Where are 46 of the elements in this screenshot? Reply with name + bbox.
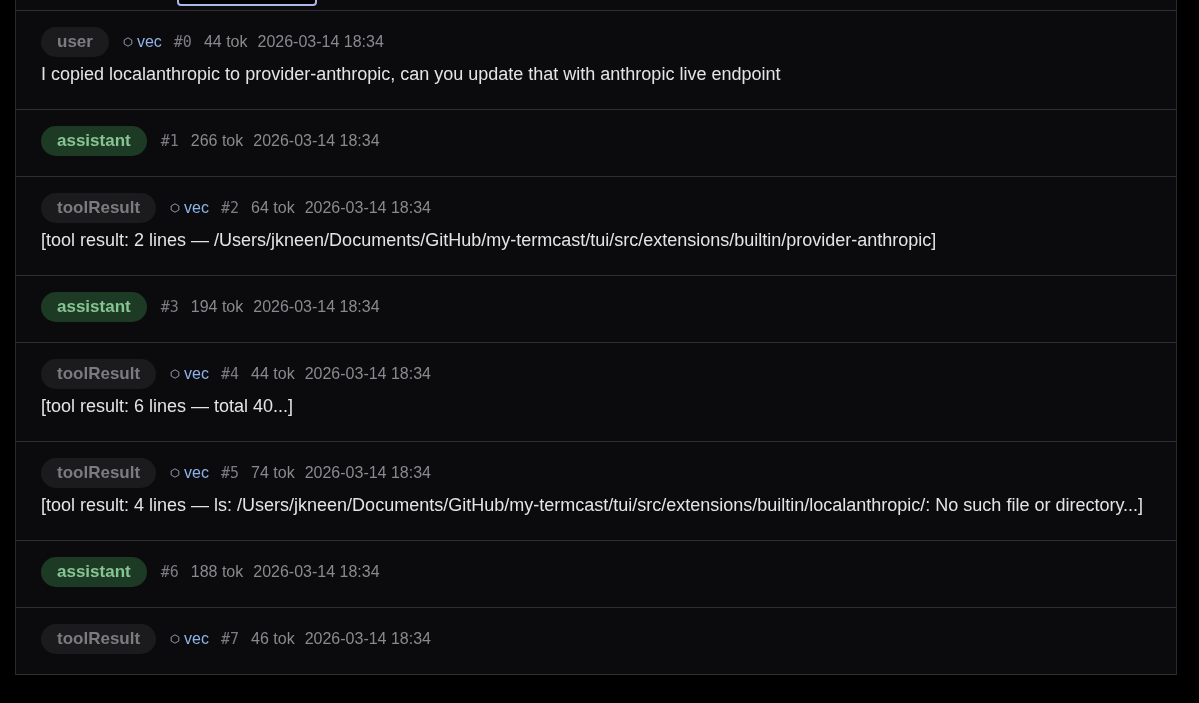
- timestamp: 2026-03-14 18:34: [257, 33, 384, 51]
- message-text: [tool result: 4 lines — ls: /Users/jkneen/Documents/GitHub/my-termcast/tui/src/extensions/builtin/localanthropic/: No such file or directory...]: [41, 494, 1145, 517]
- token-count: 44 tok: [203, 33, 248, 51]
- timestamp: 2026-03-14 18:34: [304, 365, 431, 383]
- message-index: #5: [221, 464, 240, 482]
- timestamp: 2026-03-14 18:34: [304, 630, 431, 648]
- message-index: #1: [160, 132, 179, 150]
- token-count: 74 tok: [251, 464, 295, 482]
- hexagon-icon: [170, 369, 181, 379]
- timestamp: 2026-03-14 18:34: [304, 199, 431, 217]
- token-count: 44 tok: [251, 365, 295, 383]
- token-count: 194 tok: [190, 298, 244, 316]
- hexagon-icon: [170, 468, 181, 478]
- role-badge: user: [41, 27, 109, 57]
- timestamp: 2026-03-14 18:34: [253, 563, 380, 581]
- message-index: #6: [160, 563, 179, 581]
- hexagon-icon: [170, 634, 181, 644]
- role-badge: toolResult: [41, 193, 157, 223]
- message-text: [tool result: 2 lines — /Users/jkneen/Documents/GitHub/my-termcast/tui/src/extensions/builtin/provider-anthropic]: [41, 229, 938, 252]
- hexagon-icon: [122, 37, 133, 47]
- message-text: [tool result: 6 lines — total 40...]: [41, 395, 295, 418]
- token-count: 46 tok: [251, 630, 295, 648]
- message-index: #4: [221, 365, 240, 383]
- message-index: #0: [173, 33, 192, 51]
- timestamp: 2026-03-14 18:34: [253, 298, 380, 316]
- role-badge: assistant: [41, 557, 147, 587]
- timestamp: 2026-03-14 18:34: [304, 464, 431, 482]
- token-count: 64 tok: [251, 199, 295, 217]
- message-index: #3: [160, 298, 179, 316]
- vec-label: vec: [184, 365, 209, 383]
- vec-label: vec: [184, 630, 209, 648]
- token-count: 266 tok: [190, 132, 244, 150]
- role-badge: assistant: [41, 292, 147, 322]
- token-count: 188 tok: [190, 563, 244, 581]
- role-badge: toolResult: [41, 359, 157, 389]
- timestamp: 2026-03-14 18:34: [253, 132, 380, 150]
- vec-label: vec: [184, 199, 209, 217]
- role-badge: assistant: [41, 126, 147, 156]
- hexagon-icon: [170, 203, 181, 213]
- message-index: #2: [221, 199, 240, 217]
- vec-label: vec: [184, 464, 209, 482]
- role-badge: toolResult: [41, 624, 157, 654]
- vec-label: vec: [136, 33, 162, 51]
- role-badge: toolResult: [41, 458, 157, 488]
- message-text: I copied localanthropic to provider-anthropic, can you update that with anthropic live endpoint: [41, 63, 782, 86]
- message-index: #7: [221, 630, 240, 648]
